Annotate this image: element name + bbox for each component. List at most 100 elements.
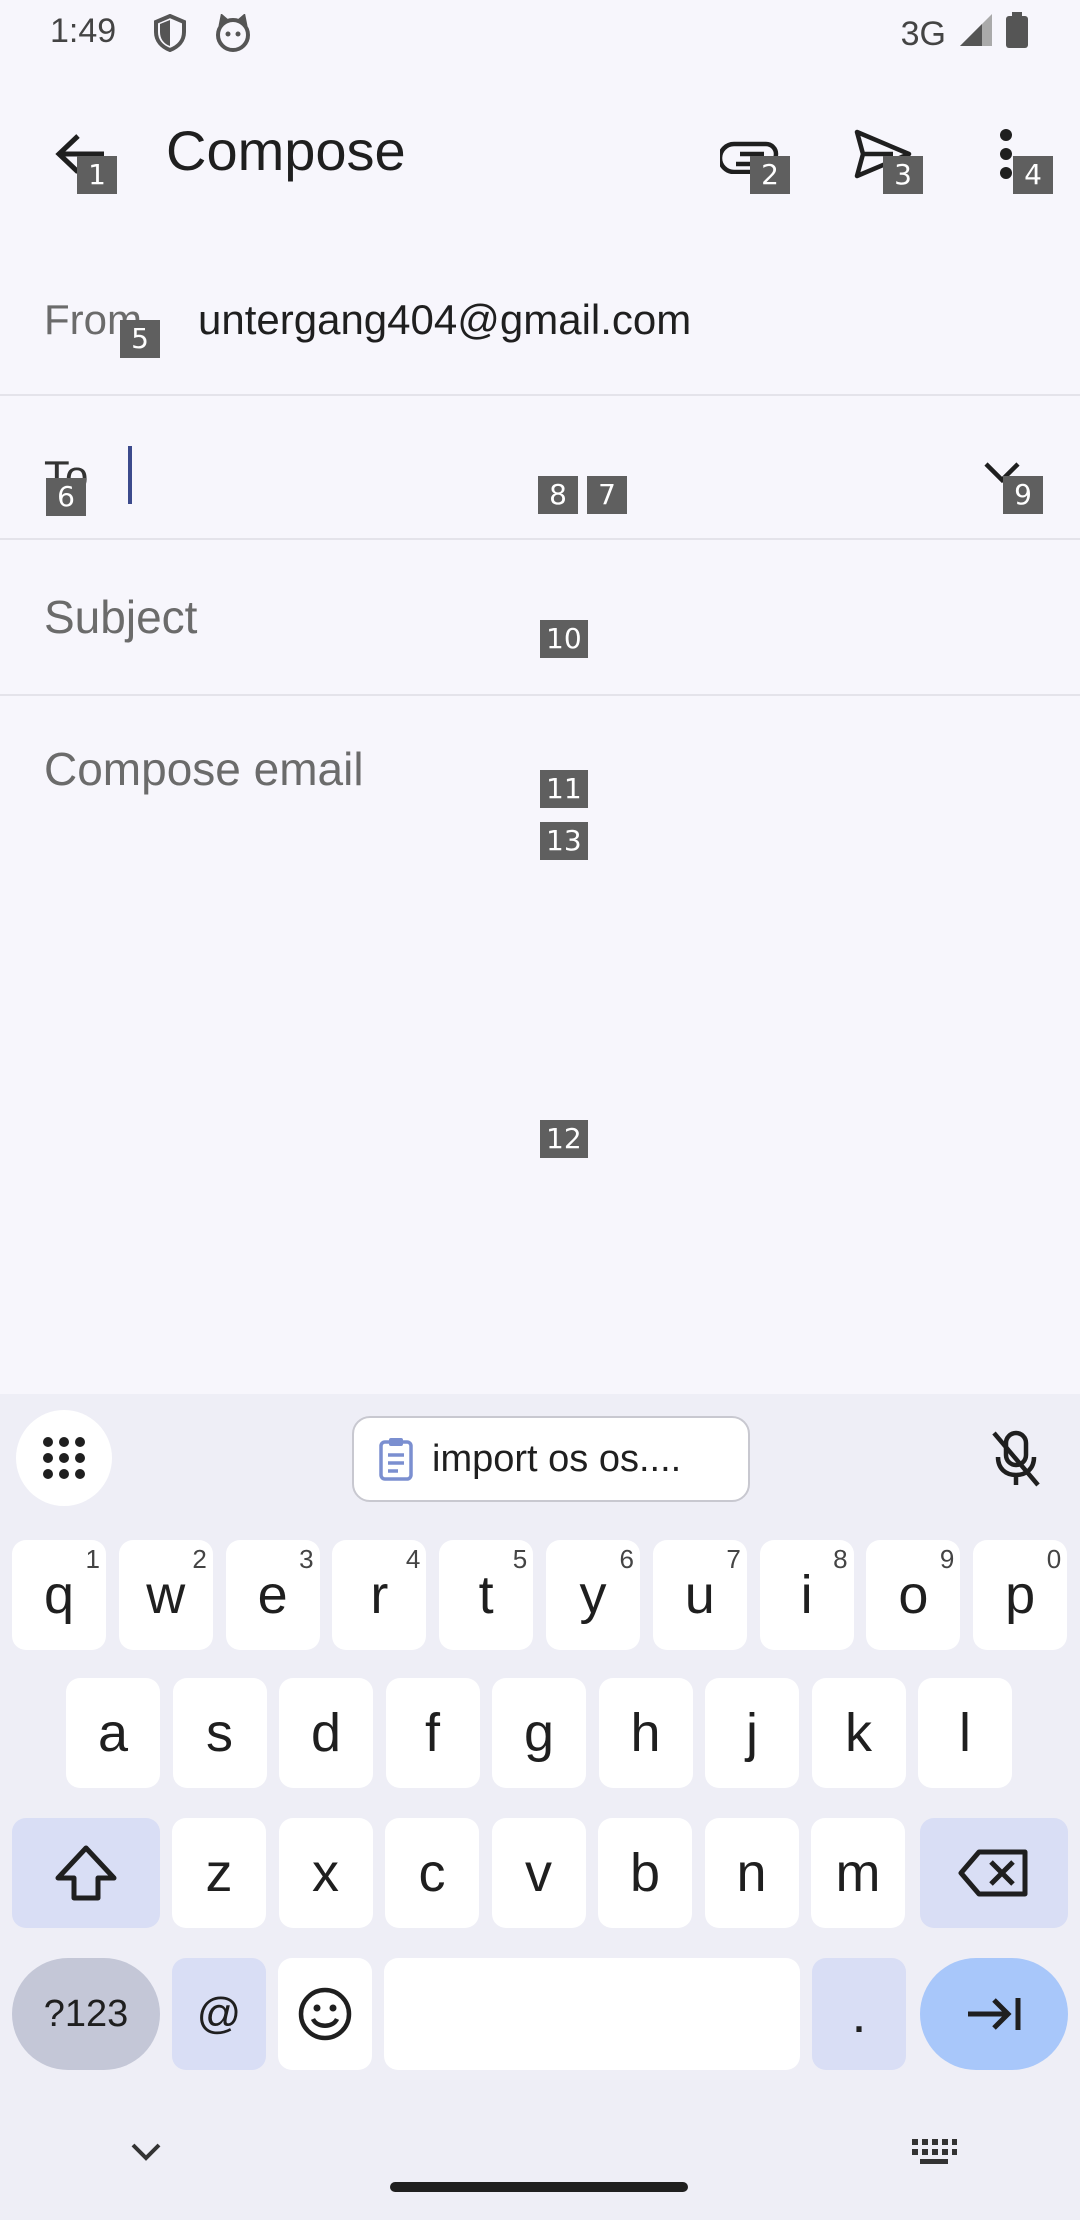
key-label: s (206, 1703, 233, 1763)
overlay-tag: 5 (120, 320, 160, 358)
key-label: m (835, 1843, 881, 1903)
key-hint: 8 (833, 1544, 848, 1574)
apps-grid-icon (43, 1437, 85, 1479)
key-w[interactable]: w2 (118, 1540, 213, 1650)
key-hint: 9 (939, 1544, 955, 1574)
backspace-key[interactable] (920, 1818, 1068, 1928)
key-k[interactable]: k (811, 1678, 906, 1788)
key-b[interactable]: b (598, 1818, 692, 1928)
battery-icon (1006, 12, 1028, 57)
overlay-tag: 7 (587, 476, 627, 514)
key-y[interactable]: y6 (546, 1540, 640, 1650)
keyboard-switcher-button[interactable] (908, 2136, 960, 2168)
status-time: 1:49 (50, 12, 117, 50)
keyboard-icon (912, 2139, 957, 2164)
key-c[interactable]: c (385, 1818, 479, 1928)
overlay-tag: 6 (46, 478, 86, 516)
overlay-tag: 9 (1003, 476, 1043, 514)
keyboard (0, 1394, 1080, 2220)
enter-key[interactable] (920, 1958, 1068, 2070)
text-cursor (128, 446, 132, 504)
key-z[interactable]: z (172, 1818, 266, 1928)
cat-face-icon (214, 13, 252, 57)
key-label: e (257, 1565, 288, 1625)
key-f[interactable]: f (385, 1678, 480, 1788)
shift-arrow-icon (55, 1845, 117, 1901)
emoji-icon (298, 1987, 352, 2041)
key-label: o (898, 1565, 929, 1625)
key-label: k (845, 1703, 872, 1763)
body-placeholder: Compose email (44, 743, 364, 795)
key-label: v (525, 1843, 552, 1903)
key-o[interactable]: o9 (866, 1540, 961, 1650)
key-hint: 7 (726, 1544, 741, 1574)
key-g[interactable]: g (492, 1678, 586, 1788)
clipboard-suggestion[interactable]: import os os.... (352, 1416, 750, 1502)
key-label: n (736, 1843, 767, 1903)
voice-input-button[interactable] (976, 1424, 1056, 1494)
shield-icon (152, 13, 188, 57)
key-label: p (1005, 1565, 1036, 1625)
mic-off-icon (992, 1430, 1040, 1487)
overlay-tag: 11 (540, 770, 588, 808)
key-hint: 1 (85, 1544, 100, 1574)
key-n[interactable]: n (704, 1818, 799, 1928)
key-u[interactable]: u7 (652, 1540, 747, 1650)
shift-key[interactable] (12, 1818, 160, 1928)
keyboard-menu-button[interactable] (16, 1410, 112, 1506)
key-e[interactable]: e3 (225, 1540, 320, 1650)
key-t[interactable]: t5 (439, 1540, 534, 1650)
home-gesture-bar[interactable] (390, 2182, 688, 2192)
overlay-tag: 3 (883, 156, 923, 194)
period-key[interactable]: . (812, 1958, 906, 2070)
from-account-selector[interactable]: untergang404@gmail.com (198, 296, 691, 344)
key-label: l (959, 1703, 971, 1763)
signal-icon (958, 12, 994, 57)
key-r[interactable]: r4 (332, 1540, 427, 1650)
key-label: y (579, 1565, 607, 1625)
key-label: z (205, 1843, 233, 1903)
key-label: g (523, 1703, 555, 1763)
key-label: u (684, 1565, 715, 1625)
key-m[interactable]: m (811, 1818, 905, 1928)
symbols-key[interactable]: ?123 (12, 1958, 160, 2070)
key-h[interactable]: h (598, 1678, 693, 1788)
key-hint: 4 (405, 1544, 421, 1574)
key-hint: 0 (1046, 1544, 1062, 1574)
key-i[interactable]: i8 (759, 1540, 854, 1650)
key-l[interactable]: l (918, 1678, 1012, 1788)
key-x[interactable]: x (278, 1818, 373, 1928)
overlay-tag: 8 (538, 476, 578, 514)
at-key[interactable]: @ (172, 1958, 266, 2070)
subject-placeholder: Subject (44, 591, 198, 643)
overlay-tag: 2 (750, 156, 790, 194)
key-label: w (146, 1565, 186, 1625)
overlay-tag: 4 (1013, 156, 1053, 194)
key-d[interactable]: d (279, 1678, 373, 1788)
key-hint: 3 (299, 1544, 314, 1574)
key-p[interactable]: p0 (973, 1540, 1068, 1650)
key-label: t (478, 1565, 494, 1625)
key-v[interactable]: v (491, 1818, 586, 1928)
space-key[interactable] (384, 1958, 800, 2070)
backspace-icon (958, 1849, 1028, 1897)
key-label: f (424, 1703, 440, 1763)
key-hint: 5 (512, 1544, 528, 1574)
to-recipient-input[interactable] (124, 444, 744, 512)
network-type: 3G (900, 15, 946, 53)
key-label: h (630, 1703, 661, 1763)
key-q[interactable]: q1 (12, 1540, 106, 1650)
key-s[interactable]: s (172, 1678, 267, 1788)
key-label: c (418, 1843, 446, 1903)
emoji-key[interactable] (278, 1958, 372, 2070)
key-label: r (370, 1565, 389, 1625)
key-label: j (746, 1703, 758, 1763)
hide-keyboard-button[interactable] (124, 2132, 168, 2172)
overlay-tag: 13 (540, 822, 588, 860)
key-hint: 6 (619, 1544, 634, 1574)
key-label: d (310, 1703, 342, 1763)
subject-input[interactable]: Subject (0, 540, 1080, 692)
key-a[interactable]: a (66, 1678, 160, 1788)
key-j[interactable]: j (705, 1678, 799, 1788)
key-label: a (97, 1703, 129, 1763)
